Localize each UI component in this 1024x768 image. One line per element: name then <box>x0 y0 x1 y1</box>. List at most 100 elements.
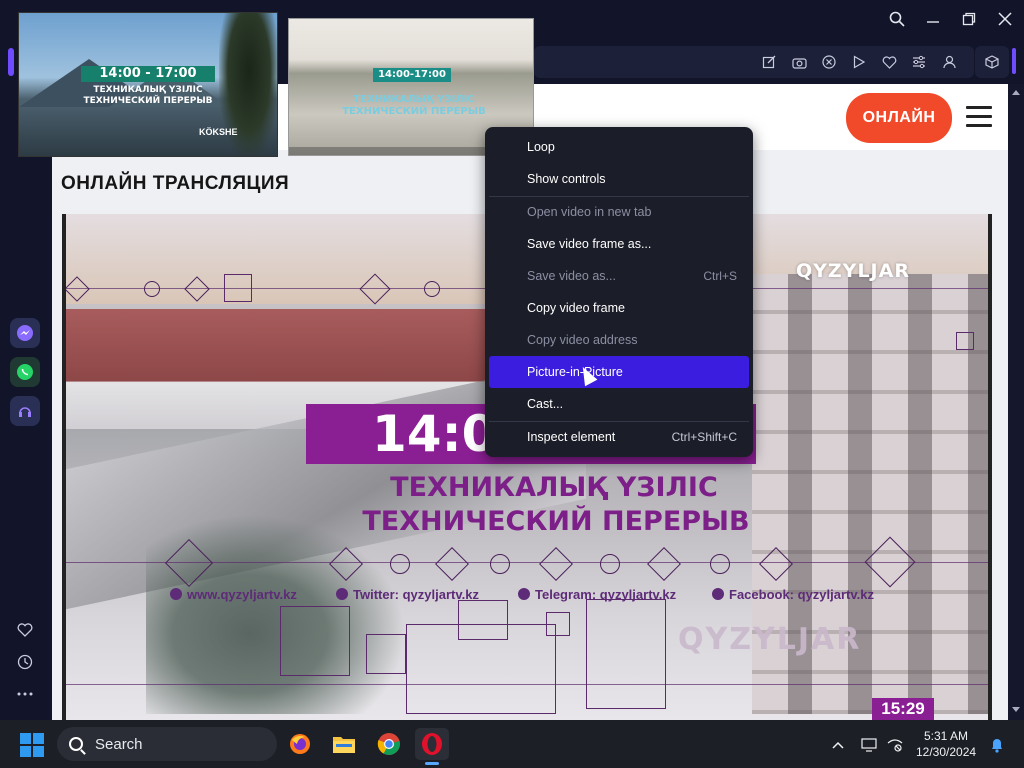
overlay-circle <box>490 554 510 574</box>
active-app-indicator <box>425 762 439 765</box>
overlay-square <box>366 634 406 674</box>
overlay-circle <box>710 554 730 574</box>
social-facebook-text: Facebook: qyzyljartv.kz <box>729 587 874 602</box>
channel-logo: QYZYLJAR <box>796 260 910 282</box>
break-caption-kazakh: ТЕХНИКАЛЫҚ ҮЗІЛІС <box>390 472 718 503</box>
tab-indicator <box>8 48 14 76</box>
menu-item-label: Open video in new tab <box>527 205 652 219</box>
overlay-circle <box>144 281 160 297</box>
history-icon[interactable] <box>13 650 37 674</box>
overlay-square <box>546 612 570 636</box>
overlay-circle <box>600 554 620 574</box>
scroll-down-icon[interactable] <box>1011 706 1021 714</box>
video-clock: 15:29 <box>872 698 934 720</box>
overlay-circle <box>390 554 410 574</box>
telegram-icon <box>518 588 530 600</box>
whatsapp-icon[interactable] <box>10 357 40 387</box>
globe-icon <box>170 588 182 600</box>
social-telegram-text: Telegram: qyzyljartv.kz <box>535 587 677 602</box>
break-caption-russian: ТЕХНИЧЕСКИЙ ПЕРЕРЫВ <box>362 506 750 537</box>
menu-item-label: Save video as... <box>527 269 616 283</box>
heart-icon[interactable] <box>13 618 37 642</box>
menu-item-cast[interactable]: Cast... <box>489 388 749 420</box>
menu-item-save-video-as[interactable]: Save video as... Ctrl+S <box>489 260 749 292</box>
close-circle-icon[interactable] <box>819 52 839 72</box>
channel-watermark: QYZYLJAR <box>678 622 862 657</box>
menu-icon[interactable] <box>966 106 992 128</box>
menu-item-picture-in-picture[interactable]: Picture-in-Picture <box>489 356 749 388</box>
menu-item-label: Save video frame as... <box>527 237 652 251</box>
menu-item-open-video-new-tab[interactable]: Open video in new tab <box>489 196 749 228</box>
menu-item-copy-video-frame[interactable]: Copy video frame <box>489 292 749 324</box>
social-website-text: www.qyzyljartv.kz <box>187 587 297 602</box>
overlay-square <box>280 606 350 676</box>
heart-icon[interactable] <box>879 52 899 72</box>
video-context-menu: Loop Show controls Open video in new tab… <box>485 127 753 457</box>
firefox-icon[interactable] <box>283 728 317 760</box>
menu-item-inspect-element[interactable]: Inspect element Ctrl+Shift+C <box>489 421 749 453</box>
overlay-square <box>224 274 252 302</box>
pip-window-kokshe[interactable]: 14:00 - 17:00 ТЕХНИКАЛЫҚ ҮЗІЛІС ТЕХНИЧЕС… <box>18 12 278 157</box>
pip-caption-kazakh: ТЕХНИКАЛЫҚ ҮЗІЛІС <box>93 85 203 95</box>
box-icon[interactable] <box>975 46 1009 78</box>
address-bar[interactable] <box>534 46 974 78</box>
overlay-square <box>586 599 666 709</box>
social-twitter-text: Twitter: qyzyljartv.kz <box>353 587 479 602</box>
menu-item-save-video-frame[interactable]: Save video frame as... <box>489 228 749 260</box>
social-telegram: Telegram: qyzyljartv.kz <box>518 587 676 602</box>
facebook-icon <box>712 588 724 600</box>
menu-item-label: Copy video frame <box>527 301 625 315</box>
screen: ОНЛАЙН ОНЛАЙН ТРАНСЛЯЦИЯ QYZYLJAR 14:00 … <box>0 0 1024 768</box>
overlay-diamond <box>435 547 469 581</box>
more-icon[interactable] <box>13 682 37 706</box>
notification-bell-icon[interactable] <box>986 734 1008 756</box>
user-icon[interactable] <box>939 52 959 72</box>
menu-item-label: Cast... <box>527 397 564 411</box>
social-twitter: Twitter: qyzyljartv.kz <box>336 587 479 602</box>
minimize-icon[interactable] <box>918 6 948 32</box>
sliders-icon[interactable] <box>909 52 929 72</box>
windows-start-icon[interactable] <box>20 733 44 757</box>
menu-item-label: Copy video address <box>527 333 638 347</box>
display-icon[interactable] <box>858 734 880 756</box>
menu-item-loop[interactable]: Loop <box>489 131 749 163</box>
taskbar-search-placeholder: Search <box>95 735 143 753</box>
overlay-diamond <box>647 547 681 581</box>
search-icon <box>69 737 83 751</box>
search-icon[interactable] <box>882 6 912 32</box>
taskbar-date: 12/30/2024 <box>916 745 977 759</box>
music-icon[interactable] <box>10 396 40 426</box>
sidebar-toggle-indicator <box>1012 48 1016 74</box>
play-icon[interactable] <box>849 52 869 72</box>
pip-caption-russian: ТЕХНИЧЕСКИЙ ПЕРЕРЫВ <box>342 106 486 117</box>
messenger-icon[interactable] <box>10 318 40 348</box>
chrome-icon[interactable] <box>372 728 406 760</box>
pip-time: 14:00-17:00 <box>373 68 451 82</box>
overlay-square <box>956 332 974 350</box>
close-icon[interactable] <box>990 6 1020 32</box>
scroll-up-icon[interactable] <box>1011 88 1021 96</box>
pip-time: 14:00 - 17:00 <box>81 66 215 82</box>
overlay-square <box>458 600 508 640</box>
opera-icon[interactable] <box>415 728 449 765</box>
social-website: www.qyzyljartv.kz <box>170 587 297 602</box>
taskbar-time: 5:31 AM <box>923 729 969 743</box>
menu-item-show-controls[interactable]: Show controls <box>489 163 749 195</box>
chevron-up-icon[interactable] <box>827 734 849 756</box>
twitter-icon <box>336 588 348 600</box>
network-icon[interactable] <box>884 734 906 756</box>
pip-channel-logo: KÖKSHE <box>199 127 238 137</box>
file-explorer-icon[interactable] <box>327 728 361 760</box>
menu-item-shortcut: Ctrl+Shift+C <box>671 430 737 444</box>
restore-icon[interactable] <box>954 6 984 32</box>
page-scrollbar[interactable] <box>1008 84 1024 720</box>
menu-item-copy-video-address[interactable]: Copy video address <box>489 324 749 356</box>
menu-item-label: Loop <box>527 140 555 154</box>
online-button[interactable]: ОНЛАЙН <box>846 93 952 143</box>
taskbar-search[interactable]: Search <box>57 727 277 761</box>
menu-item-label: Picture-in-Picture <box>527 365 623 379</box>
camera-icon[interactable] <box>789 52 809 72</box>
compose-icon[interactable] <box>759 52 779 72</box>
taskbar-clock[interactable]: 5:31 AM 12/30/2024 <box>916 728 976 760</box>
overlay-circle <box>424 281 440 297</box>
